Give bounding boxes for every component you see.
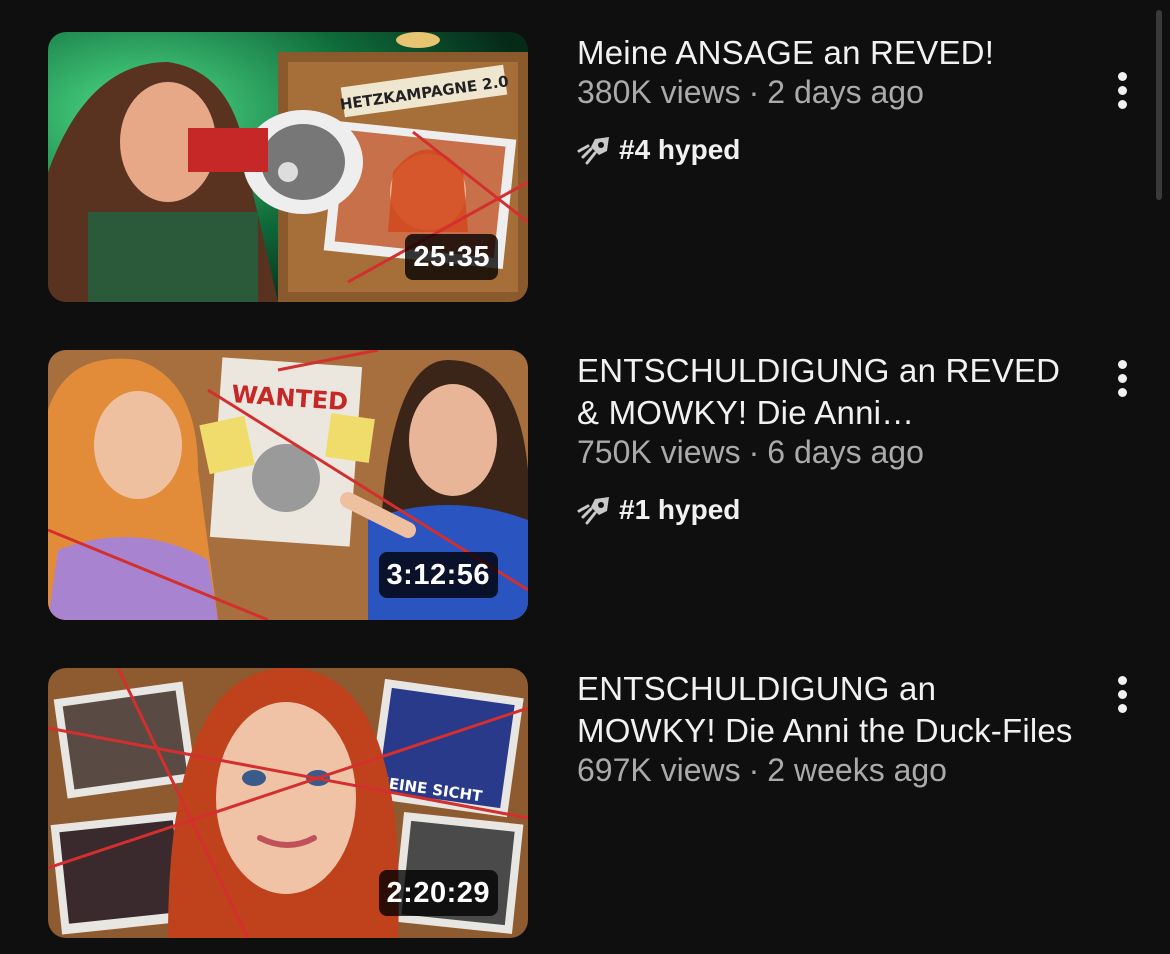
more-vert-icon: [1117, 359, 1127, 369]
more-vert-icon-dot: [1117, 689, 1127, 699]
video-title-1[interactable]: Meine ANSAGE an REVED!: [577, 32, 1077, 74]
view-count-2: 750K views: [577, 434, 741, 470]
video-stats-1: 380K views · 2 days ago: [577, 74, 1077, 110]
hype-badge-1: #4 hyped: [577, 134, 1077, 166]
meta-separator: ·: [748, 752, 760, 788]
video-stats-3: 697K views · 2 weeks ago: [577, 752, 1077, 788]
more-vert-icon-dot: [1117, 99, 1127, 109]
video-meta-3: ENTSCHULDIGUNG an MOWKY! Die Anni the Du…: [577, 668, 1077, 788]
scrollbar[interactable]: [1156, 10, 1162, 200]
meta-separator: ·: [748, 74, 760, 110]
video-title-2[interactable]: ENTSCHULDIGUNG an REVED & MOWKY! Die Ann…: [577, 350, 1077, 434]
more-vert-icon: [1117, 675, 1127, 685]
video-duration-2: 3:12:56: [378, 552, 498, 598]
more-vert-icon-dot: [1117, 373, 1127, 383]
video-item-2[interactable]: WANTED 3:12:56 ENTSCHULDIGUNG an REVED &…: [0, 350, 1170, 622]
more-vert-icon-dot: [1117, 387, 1127, 397]
video-thumbnail-1[interactable]: HETZKAMPAGNE 2.0 25:35: [48, 32, 528, 302]
hype-label-1: #4 hyped: [619, 134, 741, 165]
video-meta-1: Meine ANSAGE an REVED! 380K views · 2 days…: [577, 32, 1077, 166]
video-thumbnail-3[interactable]: MEINE SICHT 2:20:29: [48, 668, 528, 938]
video-thumbnail-2[interactable]: WANTED 3:12:56: [48, 350, 528, 620]
video-stats-2: 750K views · 6 days ago: [577, 434, 1077, 470]
more-actions-button-3[interactable]: [1104, 674, 1140, 714]
more-actions-button-1[interactable]: [1104, 70, 1140, 110]
video-duration-3: 2:20:29: [378, 870, 498, 916]
video-title-3[interactable]: ENTSCHULDIGUNG an MOWKY! Die Anni the Du…: [577, 668, 1077, 752]
more-vert-icon-dot: [1117, 703, 1127, 713]
meta-separator: ·: [748, 434, 760, 470]
video-item-3[interactable]: MEINE SICHT 2:20:29 ENTSCHULDIGUNG an MO…: [0, 668, 1170, 940]
video-item-1[interactable]: HETZKAMPAGNE 2.0 25:35 Meine ANSAGE an R…: [0, 32, 1170, 304]
more-vert-icon-dot: [1117, 85, 1127, 95]
hype-badge-2: #1 hyped: [577, 494, 1077, 526]
rocket-hype-icon: [577, 497, 609, 525]
video-meta-2: ENTSCHULDIGUNG an REVED & MOWKY! Die Ann…: [577, 350, 1077, 526]
rocket-hype-icon: [577, 137, 609, 165]
upload-age-1: 2 days ago: [767, 74, 924, 110]
upload-age-2: 6 days ago: [767, 434, 924, 470]
view-count-3: 697K views: [577, 752, 741, 788]
view-count-1: 380K views: [577, 74, 741, 110]
upload-age-3: 2 weeks ago: [767, 752, 947, 788]
more-vert-icon: [1117, 71, 1127, 81]
video-list: HETZKAMPAGNE 2.0 25:35 Meine ANSAGE an R…: [0, 0, 1170, 954]
hype-label-2: #1 hyped: [619, 494, 741, 525]
video-duration-1: 25:35: [405, 234, 498, 280]
more-actions-button-2[interactable]: [1104, 358, 1140, 398]
